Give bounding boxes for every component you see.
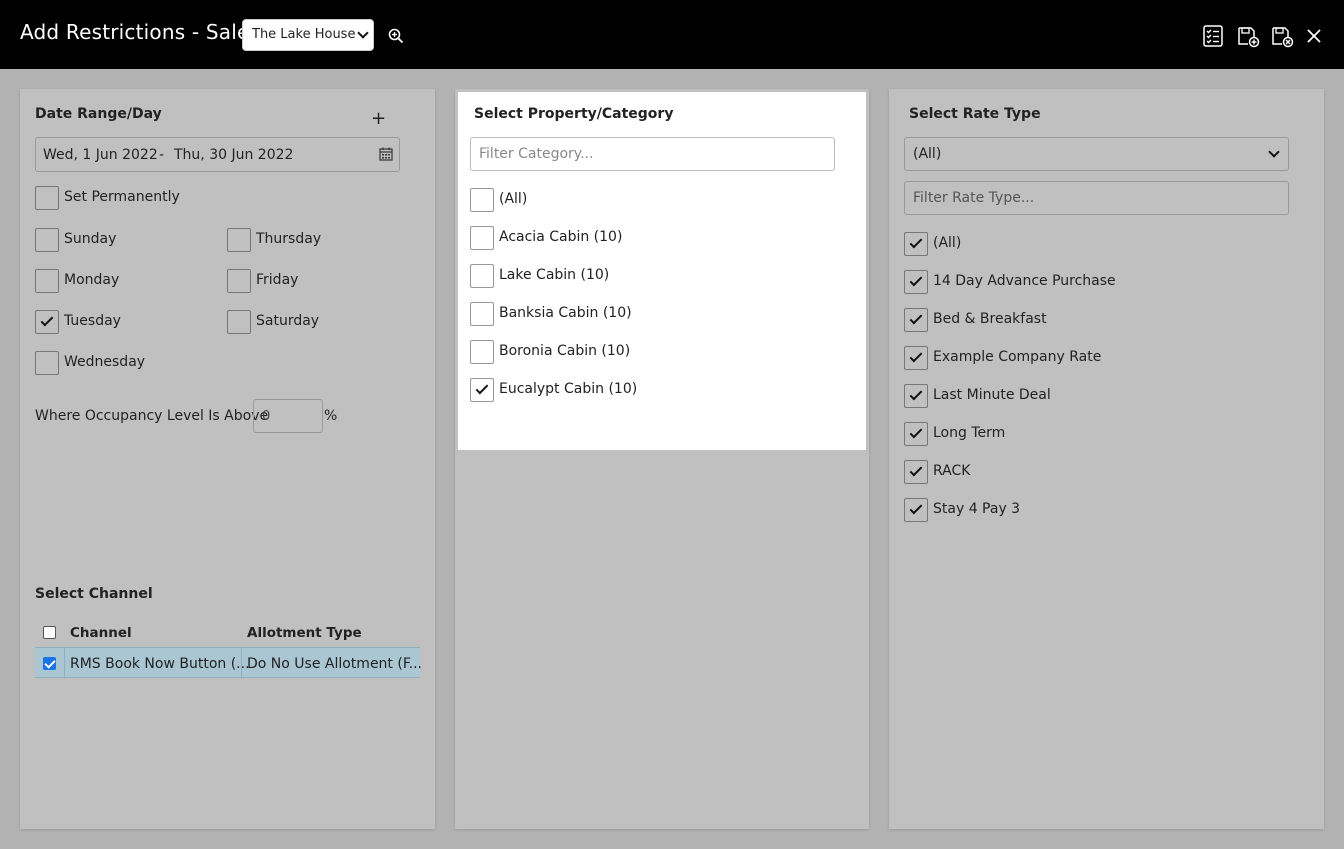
rate-label-rack: RACK: [933, 463, 971, 479]
add-date-range-button[interactable]: +: [371, 108, 386, 129]
rate-label-company: Example Company Rate: [933, 349, 1102, 365]
friday-label: Friday: [256, 272, 299, 288]
date-separator: -: [159, 147, 165, 163]
select-rate-type-heading: Select Rate Type: [909, 106, 1041, 122]
filter-rate-type-input[interactable]: Filter Rate Type...: [904, 181, 1289, 215]
date-from: Wed, 1 Jun 2022: [43, 147, 158, 163]
thursday-checkbox[interactable]: [227, 228, 251, 252]
category-checkbox-lake[interactable]: [470, 264, 494, 288]
save-add-icon[interactable]: [1236, 24, 1260, 48]
chevron-down-icon: [1268, 146, 1280, 158]
category-checkbox-acacia[interactable]: [470, 226, 494, 250]
category-label-banksia: Banksia Cabin (10): [499, 305, 632, 321]
category-checkbox-all[interactable]: [470, 188, 494, 212]
rate-checkbox-long-term[interactable]: [904, 422, 928, 446]
date-to: Thu, 30 Jun 2022: [174, 147, 294, 163]
wednesday-label: Wednesday: [64, 354, 146, 370]
channel-table-header: Channel Allotment Type: [35, 617, 420, 647]
rate-label-all: (All): [933, 235, 962, 251]
col-allotment-type: Allotment Type: [247, 625, 362, 641]
sunday-checkbox[interactable]: [35, 228, 59, 252]
zoom-in-icon[interactable]: [388, 28, 404, 44]
tuesday-checkbox[interactable]: [35, 310, 59, 334]
channel-table: Channel Allotment Type RMS Book Now Butt…: [35, 617, 422, 679]
save-close-icon[interactable]: [1270, 24, 1294, 48]
calendar-icon[interactable]: [379, 147, 393, 161]
saturday-checkbox[interactable]: [227, 310, 251, 334]
property-select-value: The Lake House: [252, 27, 356, 42]
monday-label: Monday: [64, 272, 120, 288]
rate-label-last-minute: Last Minute Deal: [933, 387, 1051, 403]
allotment-cell: Do No Use Allotment (F...: [247, 656, 422, 672]
rate-label-long-term: Long Term: [933, 425, 1006, 441]
table-row[interactable]: RMS Book Now Button (... Do No Use Allot…: [35, 647, 422, 679]
friday-checkbox[interactable]: [227, 269, 251, 293]
category-label-eucalypt: Eucalypt Cabin (10): [499, 381, 638, 397]
category-label-boronia: Boronia Cabin (10): [499, 343, 631, 359]
rate-checkbox-last-minute[interactable]: [904, 384, 928, 408]
rate-checkbox-stay4pay3[interactable]: [904, 498, 928, 522]
property-select[interactable]: The Lake House: [242, 19, 374, 51]
select-channel-heading: Select Channel: [35, 586, 153, 602]
rate-checkbox-company[interactable]: [904, 346, 928, 370]
rate-checkbox-14-day[interactable]: [904, 270, 928, 294]
channel-cell: RMS Book Now Button (...: [70, 656, 250, 672]
rate-label-stay4pay3: Stay 4 Pay 3: [933, 501, 1021, 517]
occupancy-unit: %: [324, 408, 338, 424]
date-range-field[interactable]: Wed, 1 Jun 2022 - Thu, 30 Jun 2022: [35, 137, 400, 172]
occupancy-input[interactable]: 0: [253, 399, 323, 433]
category-checkbox-boronia[interactable]: [470, 340, 494, 364]
category-checkbox-banksia[interactable]: [470, 302, 494, 326]
wednesday-checkbox[interactable]: [35, 351, 59, 375]
category-label-all: (All): [499, 191, 528, 207]
saturday-label: Saturday: [256, 313, 320, 329]
date-range-heading: Date Range/Day: [35, 106, 162, 122]
channel-row-checkbox[interactable]: [43, 657, 56, 670]
set-permanently-checkbox[interactable]: [35, 186, 59, 210]
sunday-label: Sunday: [64, 231, 117, 247]
rate-type-select-value: (All): [913, 146, 942, 162]
rate-label-14-day: 14 Day Advance Purchase: [933, 273, 1116, 289]
checklist-icon[interactable]: [1201, 24, 1225, 48]
select-all-channels-checkbox[interactable]: [43, 626, 56, 639]
thursday-label: Thursday: [256, 231, 322, 247]
col-channel: Channel: [70, 625, 132, 641]
top-bar: Add Restrictions - Sale The Lake House: [0, 0, 1344, 69]
occupancy-label: Where Occupancy Level Is Above: [35, 408, 269, 424]
rate-label-bed-breakfast: Bed & Breakfast: [933, 311, 1047, 327]
filter-category-input[interactable]: Filter Category...: [470, 137, 835, 171]
page-title: Add Restrictions - Sale: [20, 20, 250, 44]
rate-checkbox-all[interactable]: [904, 232, 928, 256]
close-icon[interactable]: [1302, 24, 1326, 48]
rate-checkbox-rack[interactable]: [904, 460, 928, 484]
set-permanently-label: Set Permanently: [64, 189, 180, 205]
category-checkbox-eucalypt[interactable]: [470, 378, 494, 402]
tuesday-label: Tuesday: [64, 313, 121, 329]
chevron-down-icon: [357, 27, 369, 39]
monday-checkbox[interactable]: [35, 269, 59, 293]
category-label-acacia: Acacia Cabin (10): [499, 229, 623, 245]
select-category-heading: Select Property/Category: [474, 106, 674, 122]
rate-checkbox-bed-breakfast[interactable]: [904, 308, 928, 332]
category-label-lake: Lake Cabin (10): [499, 267, 610, 283]
rate-type-select[interactable]: (All): [904, 137, 1289, 171]
